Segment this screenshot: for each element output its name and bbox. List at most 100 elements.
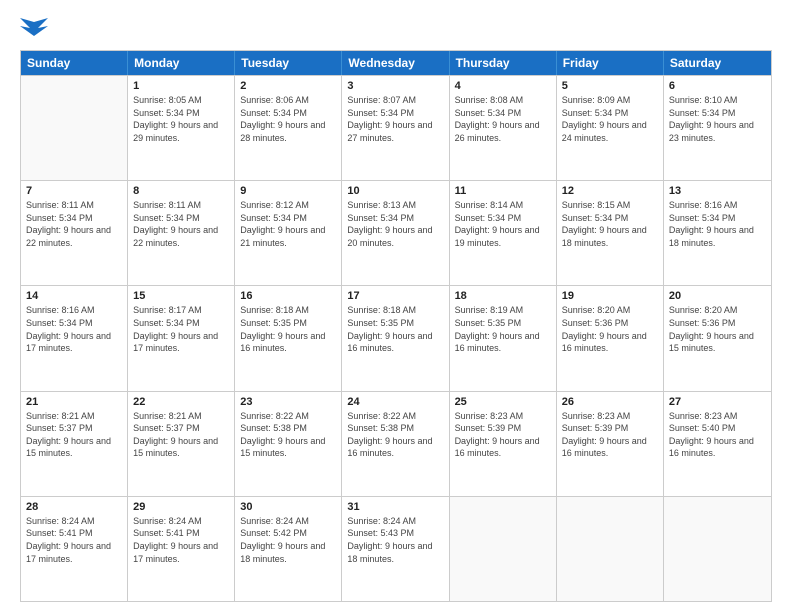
day-number: 26 — [562, 396, 658, 408]
day-of-week-header: Tuesday — [235, 51, 342, 75]
day-info: Sunrise: 8:22 AMSunset: 5:38 PMDaylight:… — [240, 410, 336, 460]
calendar-cell: 22 Sunrise: 8:21 AMSunset: 5:37 PMDayligh… — [128, 392, 235, 496]
calendar-cell: 16Sunrise: 8:18 AMSunset: 5:35 PMDayligh… — [235, 286, 342, 390]
calendar-row: 7 Sunrise: 8:11 AMSunset: 5:34 PMDaylight… — [21, 180, 771, 285]
calendar-cell: 13 Sunrise: 8:16 AMSunset: 5:34 PMDayligh… — [664, 181, 771, 285]
day-info: Sunrise: 8:11 AMSunset: 5:34 PMDaylight:… — [133, 199, 229, 249]
day-number: 17 — [347, 290, 443, 302]
calendar-cell: 8 Sunrise: 8:11 AMSunset: 5:34 PMDaylight… — [128, 181, 235, 285]
calendar: SundayMondayTuesdayWednesdayThursdayFrid… — [20, 50, 772, 602]
day-info: Sunrise: 8:16 AMSunset: 5:34 PMDaylight:… — [26, 304, 122, 354]
day-number: 31 — [347, 501, 443, 513]
day-info: Sunrise: 8:24 AMSunset: 5:43 PMDaylight:… — [347, 515, 443, 565]
calendar-cell: 26 Sunrise: 8:23 AMSunset: 5:39 PMDayligh… — [557, 392, 664, 496]
logo-icon — [20, 18, 48, 40]
calendar-cell: 14 Sunrise: 8:16 AMSunset: 5:34 PMDayligh… — [21, 286, 128, 390]
day-info: Sunrise: 8:21 AMSunset: 5:37 PMDaylight:… — [26, 410, 122, 460]
day-info: Sunrise: 8:21 AMSunset: 5:37 PMDaylight:… — [133, 410, 229, 460]
calendar-cell: 18Sunrise: 8:19 AMSunset: 5:35 PMDayligh… — [450, 286, 557, 390]
calendar-row: 1 Sunrise: 8:05 AMSunset: 5:34 PMDaylight… — [21, 75, 771, 180]
calendar-header: SundayMondayTuesdayWednesdayThursdayFrid… — [21, 51, 771, 75]
day-of-week-header: Saturday — [664, 51, 771, 75]
day-number: 29 — [133, 501, 229, 513]
day-number: 11 — [455, 185, 551, 197]
day-number: 12 — [562, 185, 658, 197]
calendar-row: 14 Sunrise: 8:16 AMSunset: 5:34 PMDayligh… — [21, 285, 771, 390]
calendar-cell — [450, 497, 557, 601]
calendar-cell: 20 Sunrise: 8:20 AMSunset: 5:36 PMDayligh… — [664, 286, 771, 390]
day-number: 13 — [669, 185, 766, 197]
day-number: 25 — [455, 396, 551, 408]
day-info: Sunrise: 8:20 AMSunset: 5:36 PMDaylight:… — [669, 304, 766, 354]
day-info: Sunrise: 8:23 AMSunset: 5:39 PMDaylight:… — [562, 410, 658, 460]
day-of-week-header: Monday — [128, 51, 235, 75]
calendar-cell: 27Sunrise: 8:23 AMSunset: 5:40 PMDayligh… — [664, 392, 771, 496]
day-of-week-header: Wednesday — [342, 51, 449, 75]
day-number: 20 — [669, 290, 766, 302]
calendar-cell — [21, 76, 128, 180]
calendar-cell: 31 Sunrise: 8:24 AMSunset: 5:43 PMDayligh… — [342, 497, 449, 601]
calendar-row: 21Sunrise: 8:21 AMSunset: 5:37 PMDayligh… — [21, 391, 771, 496]
day-number: 14 — [26, 290, 122, 302]
day-info: Sunrise: 8:18 AMSunset: 5:35 PMDaylight:… — [240, 304, 336, 354]
calendar-cell: 28 Sunrise: 8:24 AMSunset: 5:41 PMDayligh… — [21, 497, 128, 601]
day-info: Sunrise: 8:24 AMSunset: 5:41 PMDaylight:… — [26, 515, 122, 565]
day-of-week-header: Sunday — [21, 51, 128, 75]
page: SundayMondayTuesdayWednesdayThursdayFrid… — [0, 0, 792, 612]
day-info: Sunrise: 8:12 AMSunset: 5:34 PMDaylight:… — [240, 199, 336, 249]
day-info: Sunrise: 8:10 AMSunset: 5:34 PMDaylight:… — [669, 94, 766, 144]
day-number: 18 — [455, 290, 551, 302]
day-number: 10 — [347, 185, 443, 197]
calendar-cell: 12 Sunrise: 8:15 AMSunset: 5:34 PMDayligh… — [557, 181, 664, 285]
day-info: Sunrise: 8:06 AMSunset: 5:34 PMDaylight:… — [240, 94, 336, 144]
calendar-cell: 30Sunrise: 8:24 AMSunset: 5:42 PMDayligh… — [235, 497, 342, 601]
calendar-cell: 23 Sunrise: 8:22 AMSunset: 5:38 PMDayligh… — [235, 392, 342, 496]
day-number: 8 — [133, 185, 229, 197]
day-number: 6 — [669, 80, 766, 92]
day-number: 2 — [240, 80, 336, 92]
day-of-week-header: Friday — [557, 51, 664, 75]
calendar-cell: 17 Sunrise: 8:18 AMSunset: 5:35 PMDayligh… — [342, 286, 449, 390]
logo — [20, 18, 52, 40]
calendar-cell: 6 Sunrise: 8:10 AMSunset: 5:34 PMDaylight… — [664, 76, 771, 180]
calendar-cell: 10Sunrise: 8:13 AMSunset: 5:34 PMDayligh… — [342, 181, 449, 285]
day-info: Sunrise: 8:18 AMSunset: 5:35 PMDaylight:… — [347, 304, 443, 354]
calendar-cell — [664, 497, 771, 601]
calendar-cell: 19 Sunrise: 8:20 AMSunset: 5:36 PMDayligh… — [557, 286, 664, 390]
day-info: Sunrise: 8:15 AMSunset: 5:34 PMDaylight:… — [562, 199, 658, 249]
day-number: 23 — [240, 396, 336, 408]
calendar-cell: 11 Sunrise: 8:14 AMSunset: 5:34 PMDayligh… — [450, 181, 557, 285]
day-of-week-header: Thursday — [450, 51, 557, 75]
day-info: Sunrise: 8:24 AMSunset: 5:41 PMDaylight:… — [133, 515, 229, 565]
day-info: Sunrise: 8:05 AMSunset: 5:34 PMDaylight:… — [133, 94, 229, 144]
day-number: 3 — [347, 80, 443, 92]
day-info: Sunrise: 8:14 AMSunset: 5:34 PMDaylight:… — [455, 199, 551, 249]
day-info: Sunrise: 8:23 AMSunset: 5:39 PMDaylight:… — [455, 410, 551, 460]
day-number: 28 — [26, 501, 122, 513]
day-number: 24 — [347, 396, 443, 408]
day-number: 15 — [133, 290, 229, 302]
calendar-body: 1 Sunrise: 8:05 AMSunset: 5:34 PMDaylight… — [21, 75, 771, 601]
calendar-cell: 2 Sunrise: 8:06 AMSunset: 5:34 PMDaylight… — [235, 76, 342, 180]
day-number: 7 — [26, 185, 122, 197]
day-number: 30 — [240, 501, 336, 513]
day-info: Sunrise: 8:08 AMSunset: 5:34 PMDaylight:… — [455, 94, 551, 144]
day-number: 1 — [133, 80, 229, 92]
day-info: Sunrise: 8:16 AMSunset: 5:34 PMDaylight:… — [669, 199, 766, 249]
calendar-row: 28 Sunrise: 8:24 AMSunset: 5:41 PMDayligh… — [21, 496, 771, 601]
calendar-cell: 7Sunrise: 8:11 AMSunset: 5:34 PMDaylight… — [21, 181, 128, 285]
day-number: 27 — [669, 396, 766, 408]
day-info: Sunrise: 8:09 AMSunset: 5:34 PMDaylight:… — [562, 94, 658, 144]
calendar-cell — [557, 497, 664, 601]
header — [20, 18, 772, 40]
day-number: 19 — [562, 290, 658, 302]
day-info: Sunrise: 8:22 AMSunset: 5:38 PMDaylight:… — [347, 410, 443, 460]
calendar-cell: 15Sunrise: 8:17 AMSunset: 5:34 PMDayligh… — [128, 286, 235, 390]
day-number: 4 — [455, 80, 551, 92]
calendar-cell: 21Sunrise: 8:21 AMSunset: 5:37 PMDayligh… — [21, 392, 128, 496]
day-info: Sunrise: 8:20 AMSunset: 5:36 PMDaylight:… — [562, 304, 658, 354]
calendar-cell: 4 Sunrise: 8:08 AMSunset: 5:34 PMDaylight… — [450, 76, 557, 180]
calendar-cell: 25 Sunrise: 8:23 AMSunset: 5:39 PMDayligh… — [450, 392, 557, 496]
calendar-cell: 29 Sunrise: 8:24 AMSunset: 5:41 PMDayligh… — [128, 497, 235, 601]
day-number: 22 — [133, 396, 229, 408]
